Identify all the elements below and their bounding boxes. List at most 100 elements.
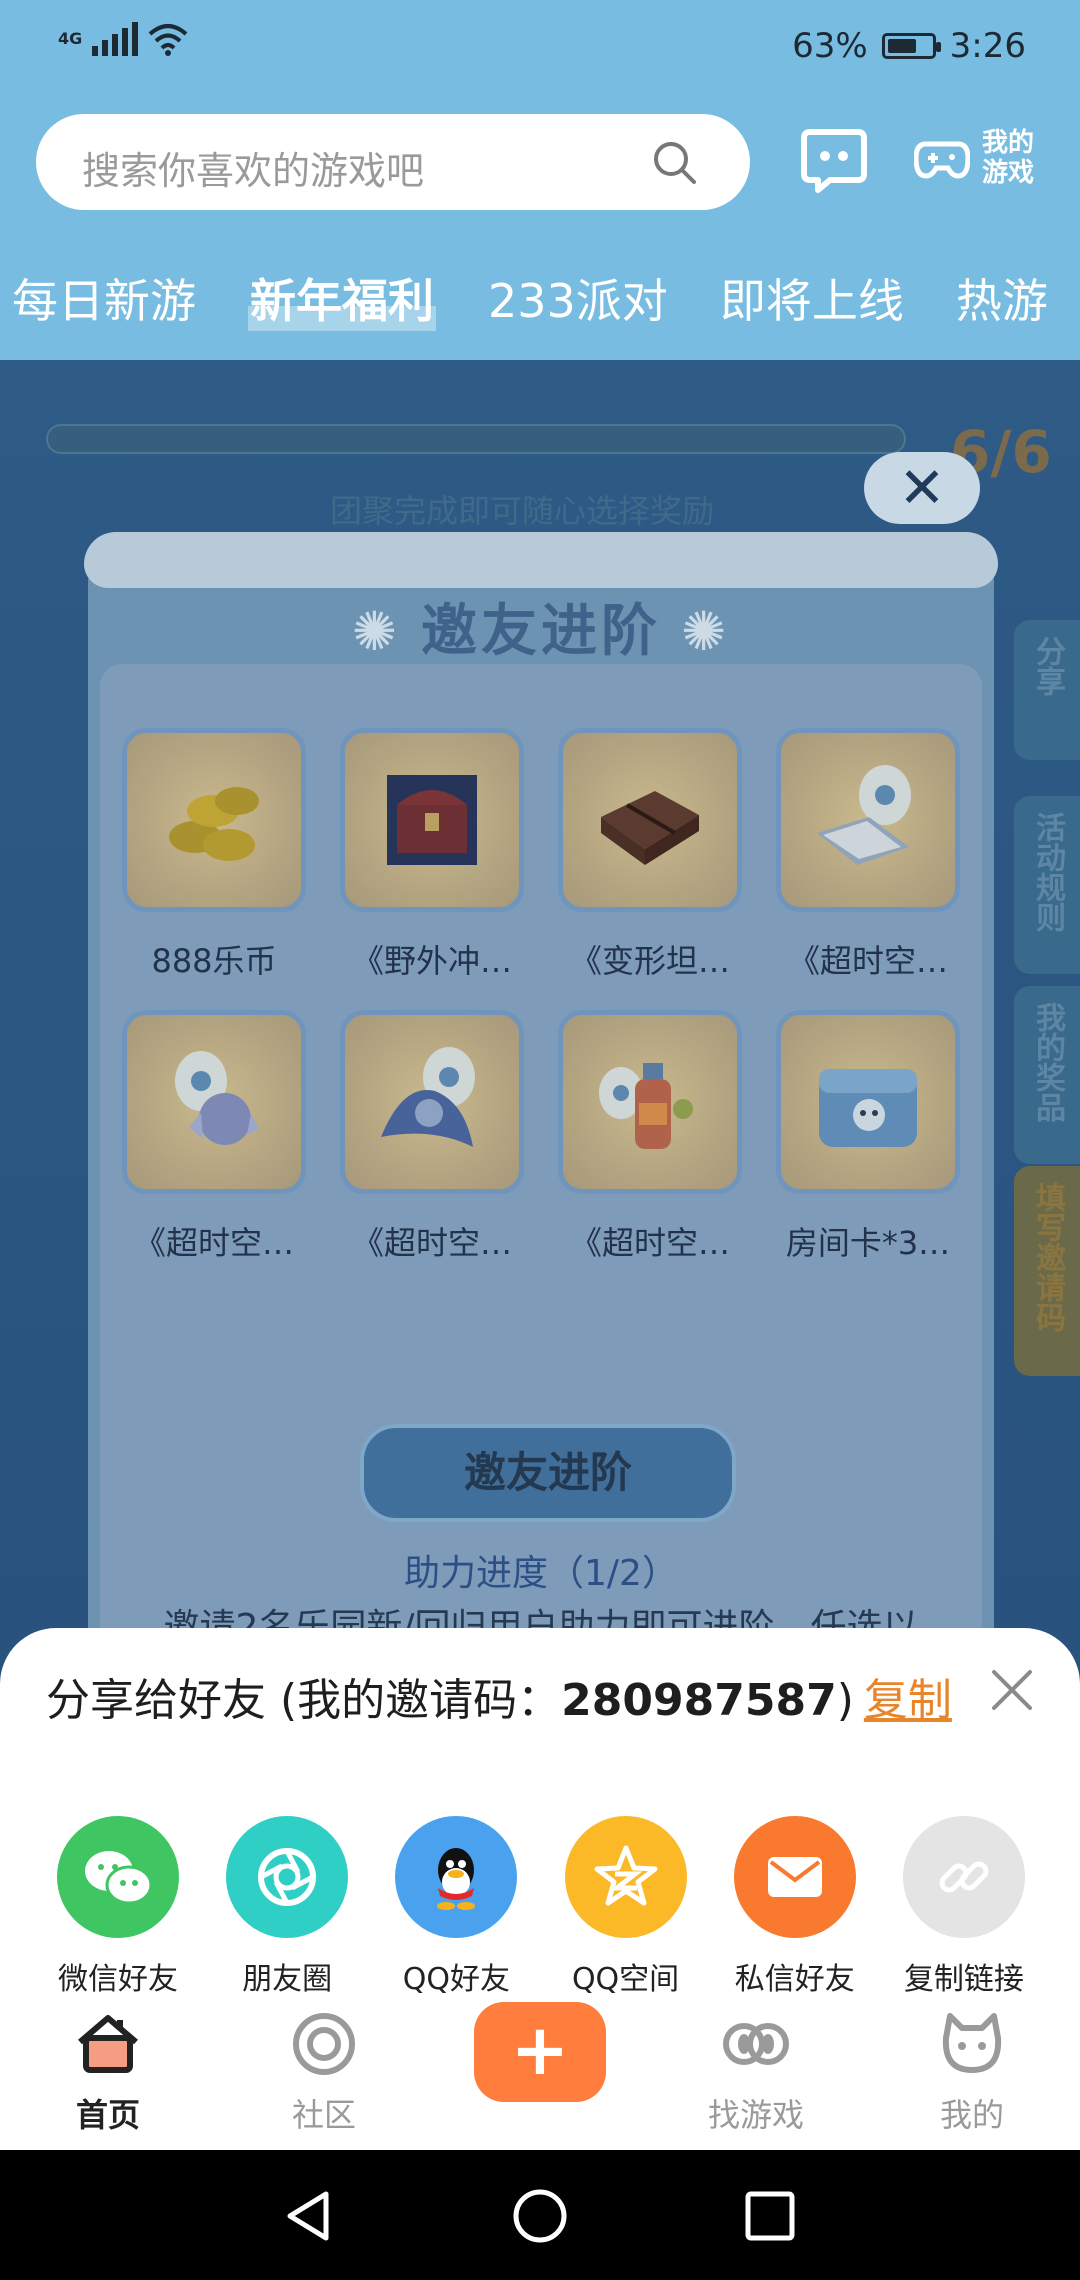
reward-label: 《变形坦… — [569, 942, 730, 980]
my-games-button[interactable]: 我的游戏 — [914, 128, 1040, 188]
wechat-icon — [57, 1816, 179, 1938]
reward-label: 房间卡*3… — [785, 1224, 951, 1262]
side-tab-my-prizes-label: 我的奖品 — [1030, 1002, 1065, 1122]
share-label: QQ好友 — [402, 1962, 510, 1997]
assist-progress-text: 助力进度（1/2） — [404, 1553, 678, 1594]
home-circle-icon[interactable] — [510, 2186, 570, 2246]
side-tab-share-label: 分享 — [1030, 636, 1065, 696]
copy-invite-code-link[interactable]: 复制 — [864, 1675, 952, 1726]
tab-hot-games[interactable]: 热游 — [956, 265, 1048, 331]
nav-label: 我的 — [939, 2096, 1004, 2134]
side-tab-enter-invite-code[interactable]: 填写邀请码 — [1014, 1166, 1080, 1376]
share-label: 复制链接 — [903, 1962, 1024, 1997]
tab-233-party[interactable]: 233派对 — [488, 265, 668, 331]
status-left: 4G — [58, 22, 188, 56]
invite-code: 280987587 — [561, 1675, 837, 1726]
moments-icon — [226, 1816, 349, 1938]
nav-community[interactable]: 社区 — [244, 1998, 404, 2136]
search-placeholder: 搜索你喜欢的游戏吧 — [82, 149, 425, 193]
nav-find-games[interactable]: 找游戏 — [676, 1998, 836, 2136]
share-qq-friends[interactable]: QQ好友 — [380, 1816, 532, 1998]
reward-item[interactable]: 888乐币 — [122, 728, 306, 1010]
community-icon — [293, 2013, 355, 2075]
nav-label: 社区 — [291, 2096, 356, 2134]
side-tab-rules[interactable]: 活动规则 — [1014, 796, 1080, 974]
link-icon — [902, 1816, 1025, 1938]
reward-label: 《超时空… — [351, 1224, 512, 1262]
cloth-orb-icon — [340, 1010, 524, 1194]
reward-item[interactable]: 房间卡*3… — [776, 1010, 960, 1292]
share-qzone[interactable]: QQ空间 — [550, 1816, 702, 1998]
share-label: 朋友圈 — [242, 1962, 333, 1997]
nav-home[interactable]: 首页 — [28, 1998, 188, 2136]
share-sheet-title: 分享给好友 (我的邀请码：280987587) 复制 — [46, 1664, 952, 1728]
side-tab-rules-label: 活动规则 — [1030, 812, 1065, 932]
share-targets: 微信好友 朋友圈 QQ好友 QQ空间 私信好友 复制链接 — [0, 1816, 1080, 1998]
modal-title-row: ✺ 邀友进阶 ✺ — [88, 586, 994, 667]
modal-title: 邀友进阶 — [421, 599, 661, 664]
side-tab-share[interactable]: 分享 — [1014, 620, 1080, 760]
side-tab-my-prizes[interactable]: 我的奖品 — [1014, 986, 1080, 1164]
reward-label: 《超时空… — [787, 942, 948, 980]
tab-new-year-welfare[interactable]: 新年福利 — [248, 265, 436, 331]
team-progress-bar — [46, 424, 906, 454]
reward-label: 《超时空… — [569, 1224, 730, 1262]
side-tab-enter-invite-code-label: 填写邀请码 — [1030, 1182, 1065, 1332]
reward-label: 《超时空… — [133, 1224, 294, 1262]
profile-icon — [942, 2013, 1002, 2073]
snow-cap-decoration — [84, 532, 998, 588]
back-icon[interactable] — [280, 2186, 340, 2246]
reward-item[interactable]: 《超时空… — [558, 1010, 742, 1292]
my-games-label: 我的游戏 — [981, 128, 1034, 188]
tab-coming-soon[interactable]: 即将上线 — [720, 265, 904, 331]
snowflake-icon: ✺ — [681, 600, 731, 663]
message-icon — [733, 1816, 856, 1938]
reward-item[interactable]: 《野外冲… — [340, 728, 524, 1010]
reward-item[interactable]: 《变形坦… — [558, 728, 742, 1010]
share-private-message[interactable]: 私信好友 — [719, 1816, 871, 1998]
system-navigation-bar — [0, 2150, 1080, 2280]
room-card-chest-icon — [776, 1010, 960, 1194]
create-post-button[interactable]: + — [474, 2002, 606, 2102]
find-games-icon — [723, 2023, 789, 2065]
share-label: QQ空间 — [571, 1962, 680, 1997]
battery-percent: 63% — [792, 26, 868, 66]
close-icon[interactable] — [986, 1664, 1038, 1716]
top-header: 4G 63% 3:26 搜索你喜欢的游戏吧 我的游戏 每日新游 新年福利 233… — [0, 0, 1080, 360]
invite-modal: ✺ 邀友进阶 ✺ 888乐币 《野外冲… 《变形坦… 《超时空… 《超时空… 《… — [84, 532, 998, 1688]
nav-label: 找游戏 — [707, 2096, 804, 2134]
gamepad-icon — [914, 141, 970, 179]
reward-item[interactable]: 《超时空… — [340, 1010, 524, 1292]
status-bar: 4G 63% 3:26 — [0, 0, 1080, 92]
treasure-chest-icon — [340, 728, 524, 912]
recents-icon[interactable] — [740, 2186, 800, 2246]
team-progress-subtitle: 团聚完成即可随心选择奖励 — [330, 492, 715, 530]
nav-profile[interactable]: 我的 — [892, 1998, 1052, 2136]
modal-close-button[interactable]: ✕ — [864, 452, 980, 524]
network-type: 4G — [58, 29, 83, 48]
status-right: 63% 3:26 — [792, 26, 1026, 66]
reward-item[interactable]: 《超时空… — [776, 728, 960, 1010]
bottom-navigation: 首页 社区 + 找游戏 我的 — [0, 1998, 1080, 2150]
search-icon[interactable] — [650, 138, 698, 186]
clock: 3:26 — [949, 26, 1026, 66]
qq-icon — [395, 1816, 518, 1938]
share-moments[interactable]: 朋友圈 — [211, 1816, 363, 1998]
rewards-panel: 888乐币 《野外冲… 《变形坦… 《超时空… 《超时空… 《超时空… 《超时空… — [100, 664, 982, 1688]
tab-daily-new[interactable]: 每日新游 — [12, 265, 196, 331]
qzone-icon — [564, 1816, 687, 1938]
signal-icon — [92, 22, 139, 56]
close-icon: ✕ — [898, 456, 946, 521]
share-label: 微信好友 — [58, 1962, 178, 1997]
wifi-icon — [148, 24, 188, 56]
share-wechat[interactable]: 微信好友 — [42, 1816, 194, 1998]
snowflake-icon: ✺ — [351, 600, 401, 663]
reward-item[interactable]: 《超时空… — [122, 1010, 306, 1292]
battery-icon — [881, 33, 941, 59]
search-bar[interactable]: 搜索你喜欢的游戏吧 — [36, 114, 750, 210]
message-icon[interactable] — [800, 126, 868, 194]
share-copy-link[interactable]: 复制链接 — [888, 1816, 1040, 1998]
coins-icon — [122, 728, 306, 912]
share-label: 私信好友 — [734, 1962, 855, 1997]
invite-advance-button[interactable]: 邀友进阶 — [360, 1424, 736, 1522]
